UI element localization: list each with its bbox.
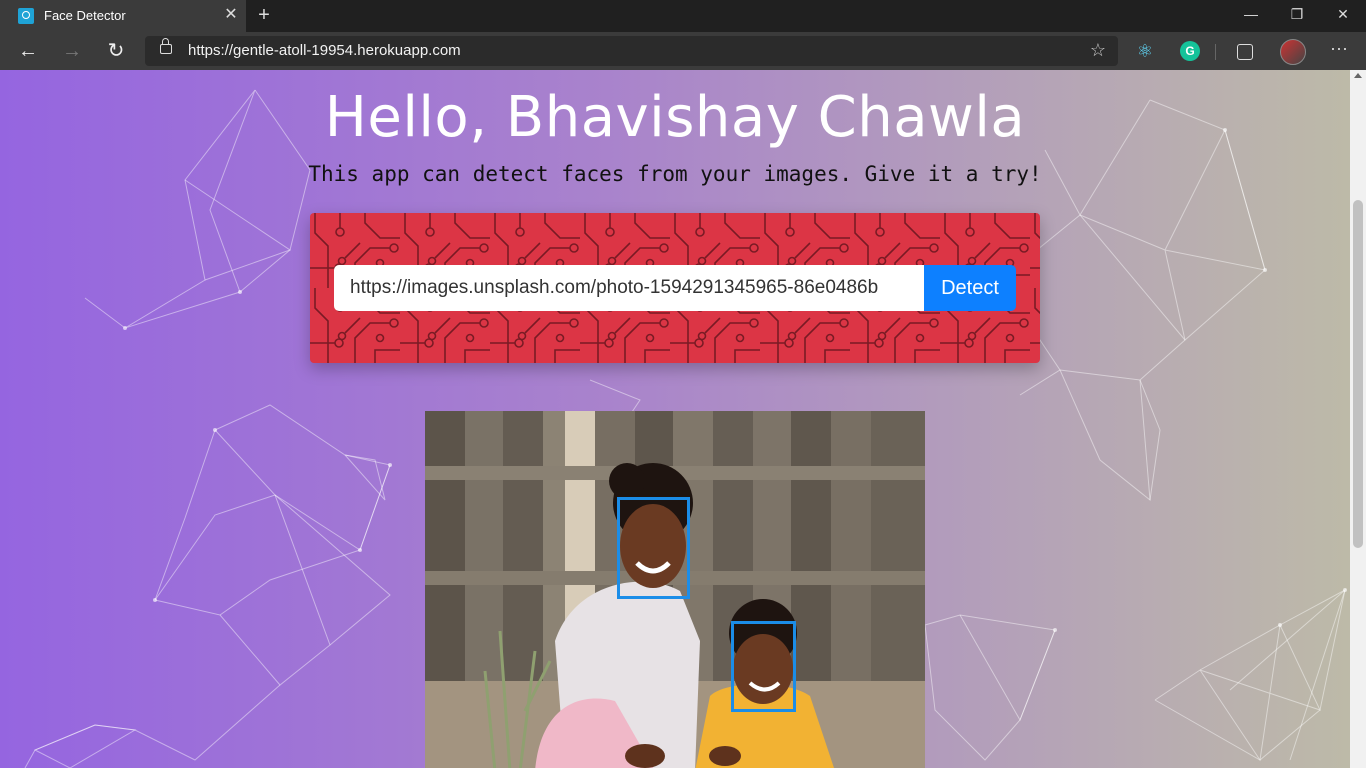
minimize-icon[interactable]: —	[1228, 0, 1274, 32]
image-url-input[interactable]	[334, 265, 924, 311]
profile-avatar[interactable]	[1280, 39, 1306, 65]
browser-toolbar: ← → ↻ https://gentle-atoll-19954.herokua…	[0, 32, 1366, 70]
close-window-icon[interactable]: ✕	[1320, 0, 1366, 32]
favorite-star-icon[interactable]: ☆	[1090, 40, 1106, 61]
restore-icon[interactable]: ❐	[1274, 0, 1320, 32]
react-devtools-icon[interactable]: ⚛	[1135, 41, 1155, 61]
face-detection-box	[617, 497, 690, 599]
uploaded-photo	[425, 411, 925, 768]
scroll-up-icon[interactable]	[1354, 73, 1362, 78]
lock-icon[interactable]	[160, 38, 172, 54]
forward-icon[interactable]: →	[59, 39, 85, 63]
tab-bar: Face Detector ✕ + — ❐ ✕	[0, 0, 1366, 32]
toolbar-divider	[1215, 44, 1216, 60]
url-text[interactable]: https://gentle-atoll-19954.herokuapp.com	[188, 42, 461, 59]
close-tab-icon[interactable]: ✕	[222, 6, 240, 24]
scrollbar-thumb[interactable]	[1353, 200, 1363, 548]
address-bar[interactable]: https://gentle-atoll-19954.herokuapp.com…	[145, 36, 1118, 66]
collections-icon[interactable]	[1237, 44, 1253, 60]
greeting-heading: Hello, Bhavishay Chawla	[324, 85, 1026, 150]
refresh-icon[interactable]: ↻	[103, 39, 129, 63]
face-detector-favicon-icon	[18, 8, 34, 24]
new-tab-icon[interactable]: +	[253, 4, 275, 26]
more-menu-icon[interactable]: ···	[1327, 39, 1351, 61]
tab-title: Face Detector	[44, 8, 126, 23]
face-detection-box	[731, 621, 796, 712]
grammarly-icon[interactable]: G	[1180, 41, 1200, 61]
page-viewport: Hello, Bhavishay Chawla This app can det…	[0, 70, 1350, 768]
detect-button[interactable]: Detect	[924, 265, 1016, 311]
back-icon[interactable]: ←	[15, 39, 41, 63]
app-description: This app can detect faces from your imag…	[308, 162, 1042, 186]
url-input-card: Detect	[310, 213, 1040, 363]
page-scrollbar[interactable]	[1350, 70, 1366, 768]
browser-tab[interactable]: Face Detector ✕	[0, 0, 246, 32]
